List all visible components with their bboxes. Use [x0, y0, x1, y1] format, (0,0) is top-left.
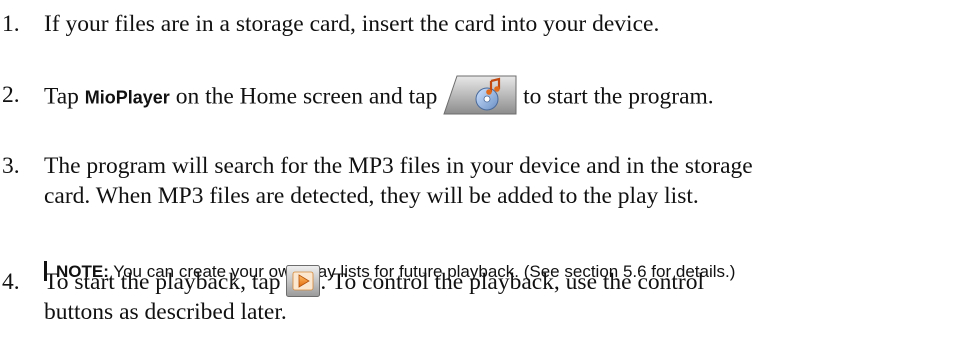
step-text-before: Tap: [44, 83, 85, 110]
step-text-line-1: The program will search for the MP3 file…: [44, 153, 753, 179]
step-number: 2.: [2, 82, 20, 108]
step-number: 1.: [2, 11, 20, 37]
step-text-line-2: buttons as described later.: [44, 299, 287, 325]
play-button-icon[interactable]: [286, 264, 321, 297]
step-text-line-2: card. When MP3 files are detected, they …: [44, 183, 699, 209]
step-text-before: To start the playback, tap: [44, 269, 287, 295]
app-name: MioPlayer: [84, 87, 170, 108]
step-text: If your files are in a storage card, ins…: [44, 11, 660, 37]
step-text: Tap MioPlayer on the Home screen and tap: [44, 75, 714, 115]
step-text-middle: on the Home screen and tap: [169, 83, 444, 110]
step-text: To start the playback, tap . To control …: [44, 264, 705, 297]
mioplayer-app-icon[interactable]: [443, 75, 517, 115]
step-number: 4.: [2, 269, 20, 295]
step-text-after: to start the program.: [517, 83, 714, 110]
step-number: 3.: [2, 153, 20, 179]
step-text-after: . To control the playback, use the contr…: [320, 269, 705, 295]
